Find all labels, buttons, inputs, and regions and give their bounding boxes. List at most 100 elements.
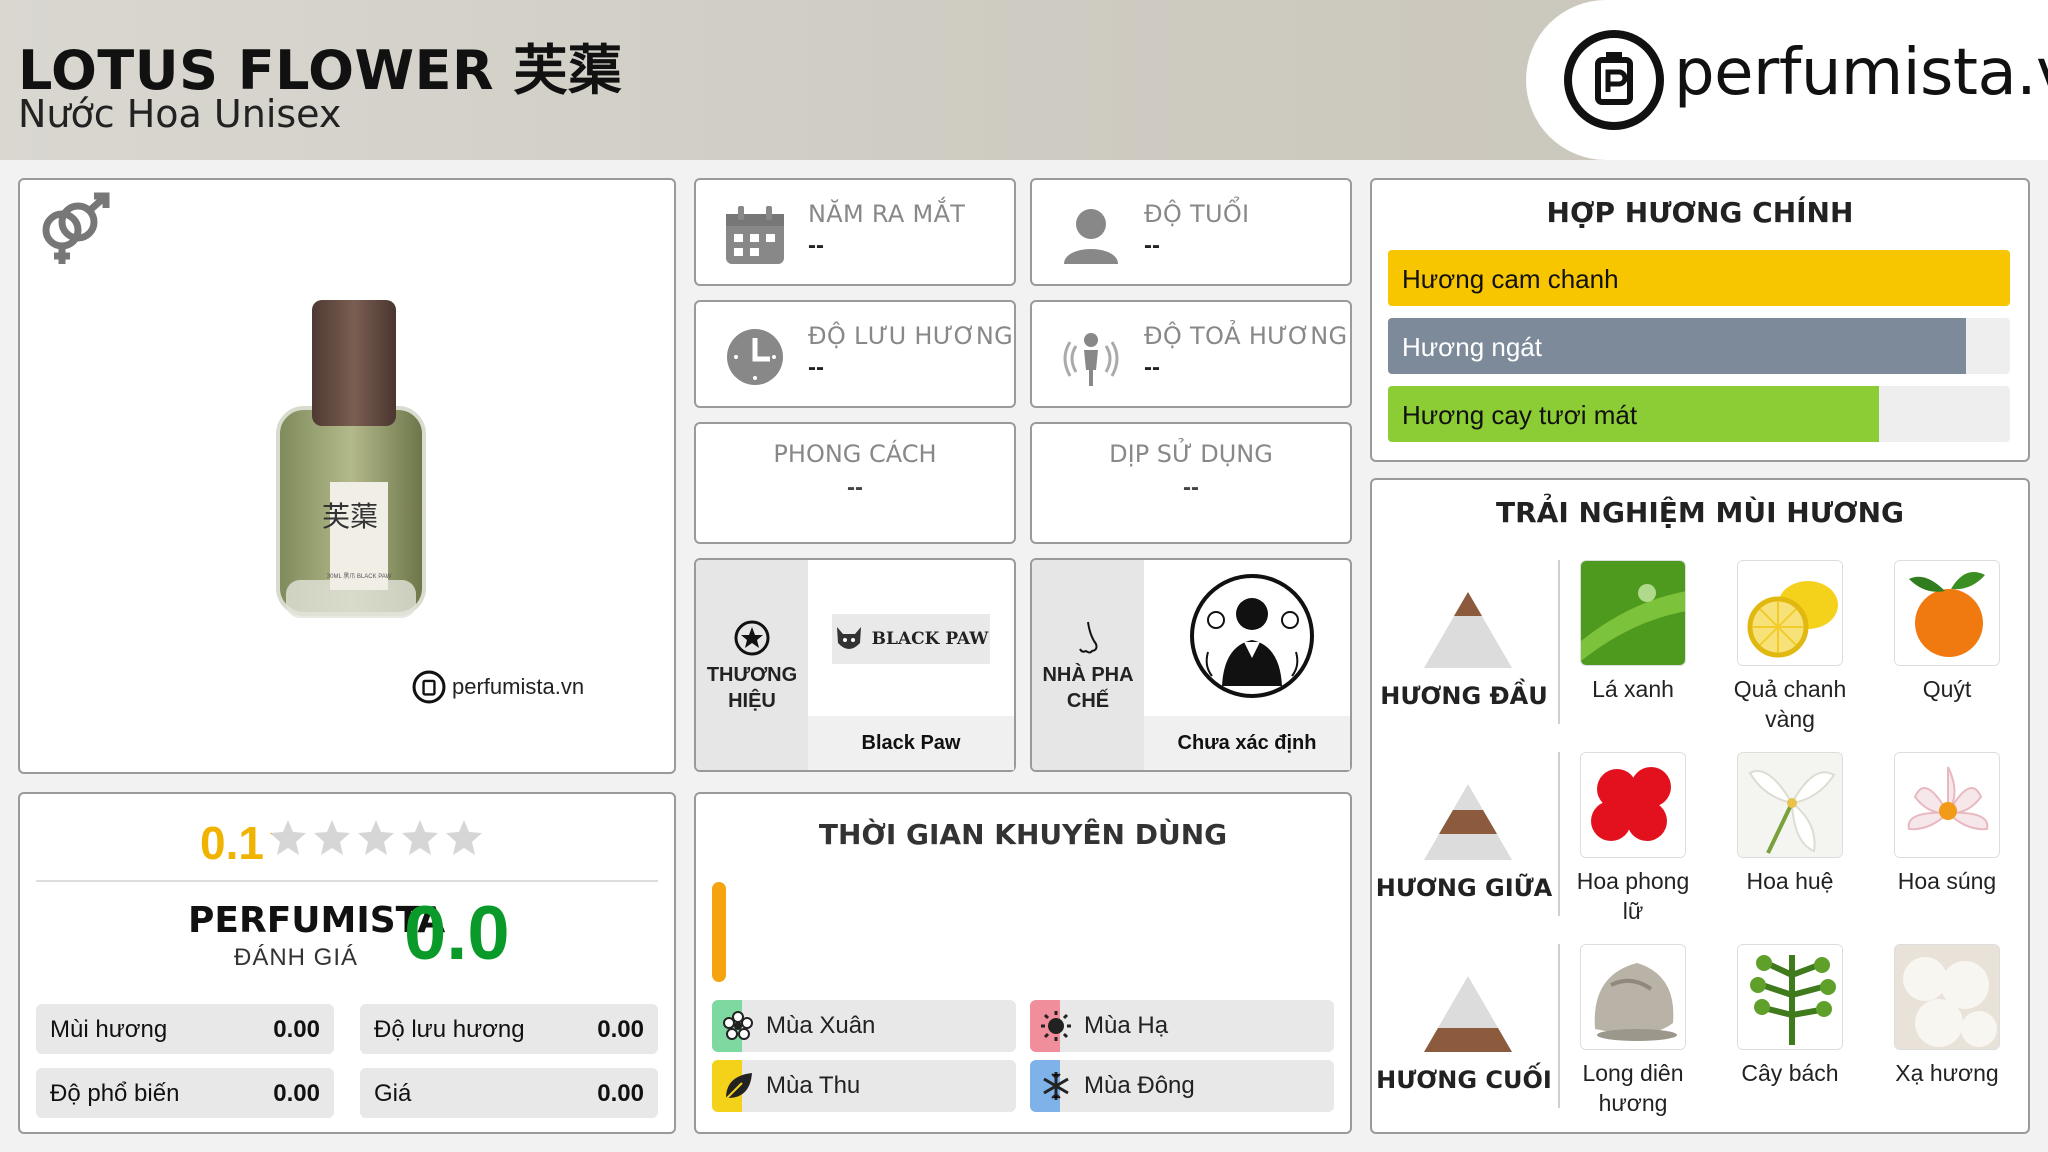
season-winter[interactable]: Mùa Đông (1030, 1060, 1334, 1112)
flower-icon (723, 1011, 753, 1040)
lemon-icon (1737, 560, 1843, 666)
green-leaves-icon (1580, 560, 1686, 666)
divider (36, 880, 658, 882)
metric-price: Giá 0.00 (360, 1068, 658, 1118)
accord-label: Hương cay tươi mát (1402, 400, 1638, 430)
divider (1558, 944, 1560, 1108)
occasion-label: DỊP SỬ DỤNG (1109, 440, 1273, 468)
note-ambergris[interactable]: Long diên hương (1568, 944, 1698, 1118)
sillage-icon (1063, 333, 1119, 386)
metric-label: Mùi hương (50, 1016, 168, 1043)
notes-card: TRẢI NGHIỆM MÙI HƯƠNG HƯƠNG ĐẦU Lá xanh … (1370, 478, 2030, 1134)
calendar-icon (726, 206, 784, 264)
season-spring[interactable]: Mùa Xuân (712, 1000, 1016, 1052)
metric-label: Độ lưu hương (374, 1016, 525, 1043)
cypress-icon (1737, 944, 1843, 1050)
accords-title: HỢP HƯƠNG CHÍNH (1546, 196, 1854, 229)
note-label: Quả chanh vàng (1733, 676, 1847, 732)
age-card: ĐỘ TUỔI -- (1030, 178, 1352, 286)
unisex-icon (42, 192, 110, 264)
note-label: Hoa huệ (1746, 868, 1834, 894)
metric-value: 0.00 (273, 1016, 320, 1043)
year-label: NĂM RA MẮT (808, 200, 966, 228)
note-cypress[interactable]: Cây bách (1725, 944, 1855, 1088)
star-icon[interactable] (268, 818, 308, 858)
perfumer-image (1148, 562, 1346, 714)
year-value: -- (808, 232, 824, 259)
note-lemon[interactable]: Quả chanh vàng (1725, 560, 1855, 734)
person-icon (1064, 209, 1118, 264)
geranium-icon (1580, 752, 1686, 858)
note-label: Xạ hương (1895, 1060, 1999, 1086)
metric-label: Giá (374, 1080, 412, 1107)
perfumer-avatar-icon (1190, 574, 1314, 698)
note-label: Cây bách (1741, 1060, 1839, 1086)
pyramid-top-icon (1424, 592, 1512, 668)
brand-side-label: THƯƠNG HIỆU (706, 664, 798, 712)
mandarin-icon (1894, 560, 2000, 666)
divider (1558, 752, 1560, 916)
snowflake-icon (1043, 1072, 1069, 1100)
perfumista-score: 0.0 (404, 891, 510, 976)
season-autumn[interactable]: Mùa Thu (712, 1060, 1016, 1112)
tier-top: HƯƠNG ĐẦU (1372, 582, 1556, 772)
perfumer-card[interactable]: NHÀ PHA CHẾ Chưa xác định (1030, 558, 1352, 772)
accord-bar: Hương cam chanh (1388, 250, 2010, 306)
metric-label: Độ phổ biến (50, 1080, 180, 1107)
note-musk[interactable]: Xạ hương (1882, 944, 2012, 1088)
occasion-value: -- (1183, 474, 1199, 501)
accords-card: HỢP HƯƠNG CHÍNH Hương cam chanh Hương ng… (1370, 178, 2030, 462)
brand-logo[interactable]: perfumista.vn (1526, 0, 2048, 160)
metric-scent: Mùi hương 0.00 (36, 1004, 334, 1054)
note-label: Hoa phong lữ (1576, 868, 1690, 924)
note-lily[interactable]: Hoa huệ (1725, 752, 1855, 896)
metric-value: 0.00 (597, 1080, 644, 1107)
note-label: Lá xanh (1592, 676, 1674, 702)
clock-icon (727, 329, 783, 385)
longevity-card: ĐỘ LƯU HƯƠNG -- (694, 300, 1016, 408)
page-subtitle: Nước Hoa Unisex (18, 92, 342, 136)
time-title: THỜI GIAN KHUYÊN DÙNG (818, 818, 1228, 851)
notes-title: TRẢI NGHIỆM MÙI HƯƠNG (1496, 496, 1904, 529)
age-value: -- (1144, 232, 1160, 259)
star-badge-icon (734, 620, 770, 656)
metric-longevity: Độ lưu hương 0.00 (360, 1004, 658, 1054)
time-bar (712, 882, 726, 982)
brand-name[interactable]: Black Paw (808, 716, 1014, 770)
metric-popularity: Độ phổ biến 0.00 (36, 1068, 334, 1118)
perfumer-name[interactable]: Chưa xác định (1144, 716, 1350, 770)
watermark-text: perfumista.vn (452, 674, 585, 699)
product-card: 芙蕖 30ML 黑爪 BLACK PAW perfumista.vn (18, 178, 676, 774)
note-mandarin[interactable]: Quýt (1882, 560, 2012, 704)
age-label: ĐỘ TUỔI (1144, 200, 1250, 228)
sillage-value: -- (1144, 354, 1160, 381)
star-icon[interactable] (312, 818, 352, 858)
perfumista-small-icon (412, 670, 446, 704)
sun-icon (1041, 1011, 1071, 1041)
star-icon[interactable] (400, 818, 440, 858)
star-icon[interactable] (356, 818, 396, 858)
lily-icon (1737, 752, 1843, 858)
perfumista-subtitle: ĐÁNH GIÁ (234, 944, 359, 971)
brand-card[interactable]: THƯƠNG HIỆU BLACK PAW Black Paw (694, 558, 1016, 772)
style-label: PHONG CÁCH (773, 440, 937, 468)
note-green-leaves[interactable]: Lá xanh (1568, 560, 1698, 704)
water-lily-icon (1894, 752, 2000, 858)
star-rating[interactable] (268, 818, 484, 858)
longevity-value: -- (808, 354, 824, 381)
product-watermark: perfumista.vn (412, 670, 584, 704)
occasion-card: DỊP SỬ DỤNG -- (1030, 422, 1352, 544)
season-summer[interactable]: Mùa Hạ (1030, 1000, 1334, 1052)
star-icon[interactable] (444, 818, 484, 858)
nose-icon (1079, 621, 1098, 654)
note-geranium[interactable]: Hoa phong lữ (1568, 752, 1698, 926)
brand-logo-text: BLACK PAW (871, 629, 989, 649)
note-water-lily[interactable]: Hoa súng (1882, 752, 2012, 896)
perfumer-side-label: NHÀ PHA CHẾ (1042, 664, 1134, 712)
metric-value: 0.00 (597, 1016, 644, 1043)
header: LOTUS FLOWER 芙蕖 Nước Hoa Unisex perfumis… (0, 0, 2048, 160)
style-value: -- (847, 474, 863, 501)
perfumista-logo-icon (1564, 30, 1664, 130)
rating-card: 0.1 PERFUMISTA ĐÁNH GIÁ 0.0 Mùi hương 0.… (18, 792, 676, 1134)
note-label: Long diên hương (1582, 1060, 1684, 1116)
